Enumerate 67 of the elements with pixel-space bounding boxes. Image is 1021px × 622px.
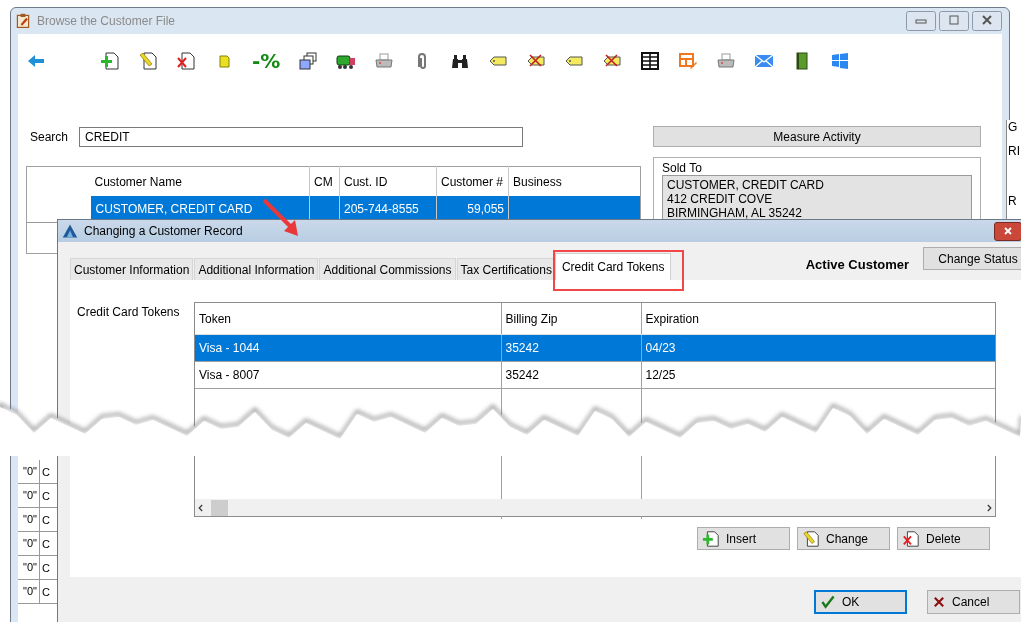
table-cell[interactable]: Visa - 8007 <box>195 361 501 389</box>
checkmark-icon <box>820 594 836 610</box>
table-cell[interactable]: 04/23 <box>641 334 995 362</box>
column-header: Expiration <box>641 303 995 335</box>
table-cell-text: C <box>41 585 50 598</box>
add-document-icon[interactable] <box>100 51 120 71</box>
table-cell-text: C <box>41 537 50 550</box>
delete-document-icon[interactable] <box>176 51 196 71</box>
tab[interactable]: Tax Certifications <box>456 258 556 280</box>
table-edit-icon[interactable] <box>678 51 699 71</box>
status-label: Active Customer <box>805 257 909 272</box>
tab[interactable]: Additional Commissions <box>319 258 456 280</box>
tab[interactable]: Customer Information <box>70 258 194 280</box>
table-cell: "0" <box>18 580 40 603</box>
close-button[interactable] <box>994 221 1021 241</box>
close-button[interactable] <box>972 11 1002 31</box>
cut-text: R <box>1008 194 1018 208</box>
table-cell: "0" <box>18 556 40 579</box>
clipboard-icon <box>15 13 31 29</box>
edit-document-icon[interactable] <box>138 51 158 71</box>
tab[interactable]: Credit Card Tokens <box>554 253 672 280</box>
table-cell: "0" <box>18 460 40 483</box>
search-label: Search <box>30 130 69 144</box>
table-cell-text: C <box>41 561 50 574</box>
table-cell-text: C <box>41 489 50 502</box>
minimize-button[interactable] <box>906 11 936 31</box>
windows-logo-icon[interactable] <box>830 51 851 71</box>
printer-icon[interactable] <box>716 51 737 71</box>
delete-button[interactable]: Delete <box>897 527 990 550</box>
edit-document-icon <box>802 529 820 548</box>
table-cell: "0" <box>18 508 40 531</box>
add-document-icon <box>702 529 720 548</box>
tokens-label: Credit Card Tokens <box>77 305 180 319</box>
table-cell[interactable]: 35242 <box>501 334 641 362</box>
window-title: Browse the Customer File <box>37 14 176 28</box>
ok-button[interactable]: OK <box>814 590 907 614</box>
search-field[interactable]: CREDIT <box>79 127 524 147</box>
table-cell-text: C <box>41 465 50 478</box>
change-status-button[interactable]: Change Status <box>923 247 1021 270</box>
change-button[interactable]: Change <box>797 527 890 550</box>
printer-icon[interactable] <box>374 51 395 71</box>
table-cell[interactable]: 12/25 <box>641 361 995 389</box>
close-icon <box>1002 225 1014 237</box>
windows-stack-icon[interactable] <box>298 51 319 71</box>
insert-button[interactable]: Insert <box>697 527 790 550</box>
table-cell: "0" <box>18 532 40 555</box>
cross-icon <box>932 595 946 609</box>
table-cell: "0" <box>18 484 40 507</box>
column-header: Token <box>195 303 501 335</box>
cancel-button[interactable]: Cancel <box>927 590 1020 614</box>
table-cell[interactable]: 35242 <box>501 361 641 389</box>
table-cell[interactable]: Visa - 1044 <box>195 334 501 362</box>
horizontal-scrollbar[interactable] <box>195 499 995 516</box>
tab[interactable]: Additional Information <box>194 258 319 280</box>
triangle-logo-icon <box>62 223 78 239</box>
percent-tool-button[interactable]: -% <box>252 51 281 71</box>
column-header: Billing Zip <box>501 303 641 335</box>
scroll-thumb[interactable] <box>211 500 228 516</box>
column-header: Customer Name <box>90 166 310 196</box>
dialog-title: Changing a Customer Record <box>84 224 243 238</box>
grid-icon[interactable] <box>640 51 661 71</box>
measure-activity-button[interactable]: Measure Activity <box>653 126 981 147</box>
delete-document-icon <box>902 529 920 548</box>
table-cell-text: C <box>41 513 50 526</box>
cut-text: RI <box>1008 144 1021 158</box>
sold-to-label: Sold To <box>662 161 702 175</box>
cut-text: G <box>1008 120 1019 134</box>
